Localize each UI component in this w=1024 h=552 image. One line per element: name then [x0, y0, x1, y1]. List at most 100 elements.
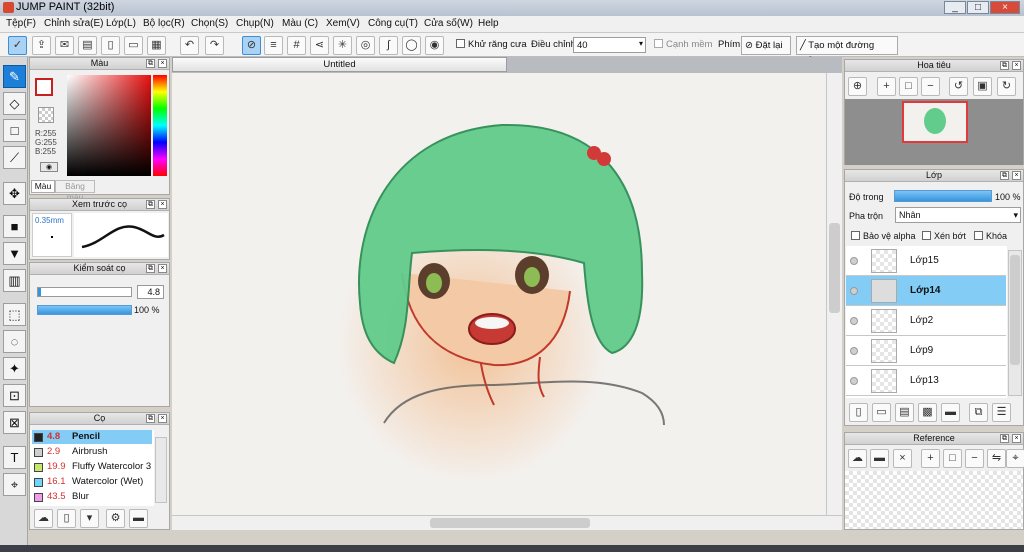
duplicate-icon[interactable]: ⧉ [969, 403, 988, 422]
brush-cloud-icon[interactable]: ☁ [34, 509, 53, 528]
menu-select[interactable]: Chọn(S) [191, 18, 228, 29]
brush-item-watercolor-wet[interactable]: 16.1 Watercolor (Wet) [32, 475, 152, 489]
popout-icon[interactable]: ⧉ [1000, 61, 1009, 70]
visibility-icon[interactable] [850, 377, 858, 385]
brush-item-fluffy-watercolor[interactable]: 19.9 Fluffy Watercolor 3 [32, 460, 152, 474]
reference-canvas[interactable] [845, 471, 1023, 529]
close-icon[interactable]: × [158, 414, 167, 423]
brush-size-slider[interactable] [37, 287, 132, 297]
clip-checkbox[interactable] [922, 231, 931, 240]
brush-tool-icon[interactable]: ✎ [3, 65, 26, 88]
brush-list-scrollbar[interactable] [155, 437, 167, 503]
popout-icon[interactable]: ⧉ [146, 200, 155, 209]
brush-size-input[interactable]: 4.8 [137, 285, 164, 299]
parallel-ruler-icon[interactable]: ≡ [264, 36, 283, 55]
antialias-option[interactable]: Khử răng cưa [456, 39, 527, 50]
comment-icon[interactable]: ✉ [55, 36, 74, 55]
menu-tools[interactable]: Công cụ(T) [368, 18, 418, 29]
close-icon[interactable]: × [158, 59, 167, 68]
reference-open-icon[interactable]: ▬ [870, 449, 889, 468]
no-ruler-icon[interactable]: ⊘ [242, 36, 261, 55]
layer-row[interactable]: Lớp13 [846, 366, 1006, 396]
menu-view[interactable]: Xem(V) [326, 18, 360, 29]
color-picker-square[interactable] [67, 75, 151, 176]
eye-icon[interactable]: ◉ [40, 162, 58, 172]
line-tool-icon[interactable]: ⟋ [3, 146, 26, 169]
close-icon[interactable]: × [1012, 434, 1021, 443]
popout-icon[interactable]: ⧉ [146, 59, 155, 68]
move-tool-icon[interactable]: ✥ [3, 182, 26, 205]
close-button[interactable]: × [990, 1, 1020, 14]
hue-slider[interactable] [153, 75, 167, 176]
canvas-tab[interactable]: Untitled [172, 57, 507, 72]
maximize-button[interactable]: □ [967, 1, 989, 14]
brush-menu-icon[interactable]: ▾ [80, 509, 99, 528]
popout-icon[interactable]: ⧉ [1000, 434, 1009, 443]
reference-flip-icon[interactable]: ⇋ [987, 449, 1006, 468]
circle-ruler-icon[interactable]: ◉ [425, 36, 444, 55]
canvas-vertical-scrollbar[interactable] [826, 73, 842, 515]
lock-option[interactable]: Khóa [974, 231, 1007, 241]
popout-icon[interactable]: ⧉ [146, 264, 155, 273]
canvas-horizontal-scrollbar[interactable] [172, 515, 842, 530]
menu-edit[interactable]: Chỉnh sửa(E) [44, 18, 104, 29]
eyedropper-tool-icon[interactable]: ⌖ [3, 473, 26, 496]
shape-tool-icon[interactable]: □ [3, 119, 26, 142]
text-tool-icon[interactable]: T [3, 446, 26, 469]
blend-mode-select[interactable]: Nhân ▾ [895, 207, 1021, 223]
layer-row[interactable]: Lớp15 [846, 246, 1006, 276]
gradient-tool-icon[interactable]: ▥ [3, 269, 26, 292]
zoom-actual-icon[interactable]: □ [899, 77, 918, 96]
zoom-in-icon[interactable]: + [877, 77, 896, 96]
check-icon[interactable]: ✓ [8, 36, 27, 55]
perspective-ruler-icon[interactable]: ⋖ [310, 36, 329, 55]
new-layer-folder-icon[interactable]: ▭ [872, 403, 891, 422]
radial-ruler-icon[interactable]: ✳ [333, 36, 352, 55]
straight-line-button[interactable]: ╱ Tạo một đường thẳng [796, 36, 898, 68]
primary-color-swatch[interactable] [35, 78, 53, 96]
screentone-icon[interactable]: ▩ [918, 403, 937, 422]
reset-button[interactable]: ⊘ Đặt lại [741, 36, 791, 55]
zoom-fit-icon[interactable]: ⊕ [848, 77, 867, 96]
rotate-right-icon[interactable]: ↻ [997, 77, 1016, 96]
layer-row-selected[interactable]: Lớp14 [846, 276, 1006, 306]
eraser-tool-icon[interactable]: ◇ [3, 92, 26, 115]
layer-row[interactable]: Lớp9 [846, 336, 1006, 366]
redo-icon[interactable]: ↷ [205, 36, 224, 55]
chat-icon[interactable]: ▤ [78, 36, 97, 55]
popout-icon[interactable]: ⧉ [146, 414, 155, 423]
navigator-preview[interactable] [845, 99, 1023, 165]
menu-window[interactable]: Cửa số(W) [424, 18, 473, 29]
brush-item-blur[interactable]: 43.5 Blur [32, 490, 152, 504]
reference-cloud-icon[interactable]: ☁ [848, 449, 867, 468]
fill-rect-tool-icon[interactable]: ■ [3, 215, 26, 238]
select-pen-tool-icon[interactable]: ⊡ [3, 384, 26, 407]
layer-row[interactable]: Lớp2 [846, 306, 1006, 336]
layer-opacity-slider[interactable] [894, 190, 992, 202]
visibility-icon[interactable] [850, 257, 858, 265]
brush-settings-icon[interactable]: ⚙ [106, 509, 125, 528]
adjust-select[interactable]: 40 ▾ [573, 37, 646, 53]
page-icon[interactable]: ▯ [101, 36, 120, 55]
share-icon[interactable]: ⇪ [32, 36, 51, 55]
tab-swatches[interactable]: Bảng màu [55, 180, 95, 202]
curve-ruler-icon[interactable]: ∫ [379, 36, 398, 55]
menu-color[interactable]: Màu (C) [282, 18, 318, 29]
brush-item-airbrush[interactable]: 2.9 Airbrush [32, 445, 152, 459]
reference-zoom-in-icon[interactable]: + [921, 449, 940, 468]
menu-capture[interactable]: Chụp(N) [236, 18, 274, 29]
reference-eyedropper-icon[interactable]: ⌖ [1006, 449, 1024, 468]
brush-opacity-slider[interactable] [37, 305, 132, 315]
visibility-icon[interactable] [850, 287, 858, 295]
document-icon[interactable]: ▭ [124, 36, 143, 55]
grid-icon[interactable]: ▦ [147, 36, 166, 55]
transparent-color-swatch[interactable] [38, 107, 54, 123]
close-icon[interactable]: × [158, 264, 167, 273]
reference-zoom-out-icon[interactable]: − [965, 449, 984, 468]
cross-ruler-icon[interactable]: # [287, 36, 306, 55]
close-icon[interactable]: × [1012, 61, 1021, 70]
protect-alpha-checkbox[interactable] [851, 231, 860, 240]
menu-filter[interactable]: Bộ lọc(R) [143, 18, 185, 29]
menu-help[interactable]: Help [478, 18, 499, 29]
undo-icon[interactable]: ↶ [180, 36, 199, 55]
